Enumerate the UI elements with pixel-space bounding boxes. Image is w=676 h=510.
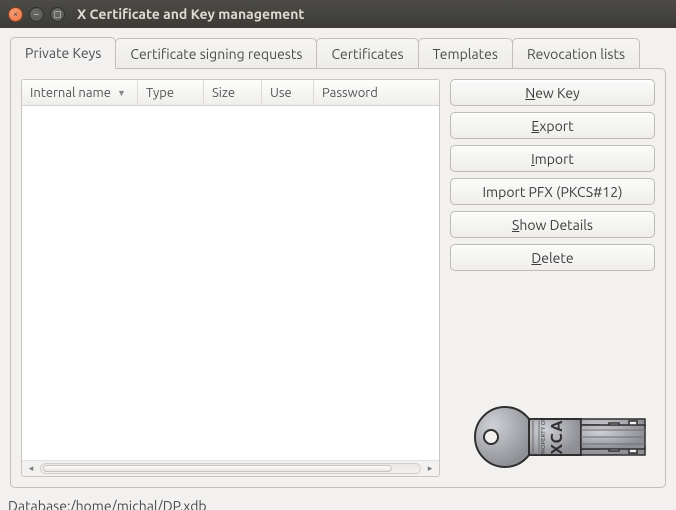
button-label: New Key [525, 85, 580, 101]
import-pfx-button[interactable]: Import PFX (PKCS#12) [450, 178, 655, 205]
window-titlebar: × – ▢ X Certificate and Key management [0, 0, 676, 28]
tab-label: Certificates [331, 46, 403, 62]
button-label: Import PFX (PKCS#12) [482, 184, 622, 200]
table-body[interactable] [22, 106, 439, 460]
scroll-track[interactable] [40, 463, 421, 474]
col-password[interactable]: Password [314, 80, 439, 105]
svg-text:PROPERTY OF: PROPERTY OF [540, 418, 547, 457]
delete-button[interactable]: Delete [450, 244, 655, 271]
window-controls: × – ▢ [8, 7, 65, 22]
tab-label: Templates [433, 46, 498, 62]
import-button[interactable]: Import [450, 145, 655, 172]
status-bar: Database:/home/michal/DP.xdb [0, 494, 676, 510]
button-label: Show Details [512, 217, 593, 233]
col-internal-name[interactable]: Internal name ▼ [22, 80, 138, 105]
show-details-button[interactable]: Show Details [450, 211, 655, 238]
export-button[interactable]: Export [450, 112, 655, 139]
col-label: Size [212, 86, 235, 100]
button-label: Delete [531, 250, 573, 266]
tab-label: Certificate signing requests [130, 46, 302, 62]
button-label: Export [531, 118, 573, 134]
col-label: Internal name [30, 86, 111, 100]
col-type[interactable]: Type [138, 80, 204, 105]
scroll-left-icon[interactable]: ◂ [24, 463, 38, 475]
tab-certificates[interactable]: Certificates [316, 38, 418, 69]
tab-templates[interactable]: Templates [418, 38, 513, 69]
tab-strip: Private Keys Certificate signing request… [0, 28, 676, 68]
col-size[interactable]: Size [204, 80, 262, 105]
new-key-button[interactable]: New Key [450, 79, 655, 106]
tab-label: Private Keys [25, 45, 101, 61]
col-label: Password [322, 86, 378, 100]
table-header: Internal name ▼ Type Size Use Password [22, 80, 439, 106]
tab-csr[interactable]: Certificate signing requests [115, 38, 317, 69]
tab-panel: Internal name ▼ Type Size Use Password ◂… [10, 68, 666, 488]
sort-indicator-icon: ▼ [117, 88, 126, 98]
content: Private Keys Certificate signing request… [0, 28, 676, 510]
col-label: Use [270, 86, 292, 100]
minimize-icon[interactable]: – [29, 7, 44, 22]
button-label: Import [531, 151, 574, 167]
action-buttons: New Key Export Import Import PFX (PKCS#1… [450, 79, 655, 477]
close-icon[interactable]: × [8, 7, 23, 22]
scroll-right-icon[interactable]: ▸ [423, 463, 437, 475]
svg-text:XCA: XCA [548, 420, 566, 455]
tab-label: Revocation lists [527, 46, 625, 62]
window-title: X Certificate and Key management [77, 6, 304, 22]
tab-revocation[interactable]: Revocation lists [512, 38, 640, 69]
col-use[interactable]: Use [262, 80, 314, 105]
panel-inner: Internal name ▼ Type Size Use Password ◂… [21, 79, 655, 477]
tab-private-keys[interactable]: Private Keys [10, 37, 116, 69]
scroll-thumb[interactable] [43, 465, 392, 472]
maximize-icon[interactable]: ▢ [50, 7, 65, 22]
key-table: Internal name ▼ Type Size Use Password ◂… [21, 79, 440, 477]
col-label: Type [146, 86, 174, 100]
horizontal-scrollbar[interactable]: ◂ ▸ [22, 460, 439, 476]
key-icon: PROPERTY OF XCA [469, 397, 649, 477]
